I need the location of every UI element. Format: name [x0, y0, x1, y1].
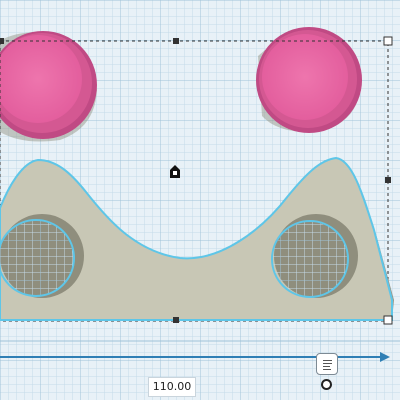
notes-icon[interactable]: [316, 353, 338, 375]
resize-handle-bottom-right[interactable]: [383, 315, 393, 325]
resize-handle-bottom-middle[interactable]: [173, 317, 179, 323]
resize-handle-top-left[interactable]: [0, 38, 4, 44]
rotate-handle-icon[interactable]: [321, 379, 332, 390]
workplane-viewport[interactable]: 110.00: [0, 0, 400, 400]
resize-handle-top-right[interactable]: [383, 36, 393, 46]
resize-handle-right-middle[interactable]: [385, 177, 391, 183]
center-marker-icon[interactable]: [170, 165, 180, 178]
workplane-canvas[interactable]: [0, 0, 400, 400]
resize-handle-top-middle[interactable]: [173, 38, 179, 44]
dimension-value-field[interactable]: 110.00: [148, 377, 196, 397]
right-cylinder-hole[interactable]: [256, 27, 362, 133]
